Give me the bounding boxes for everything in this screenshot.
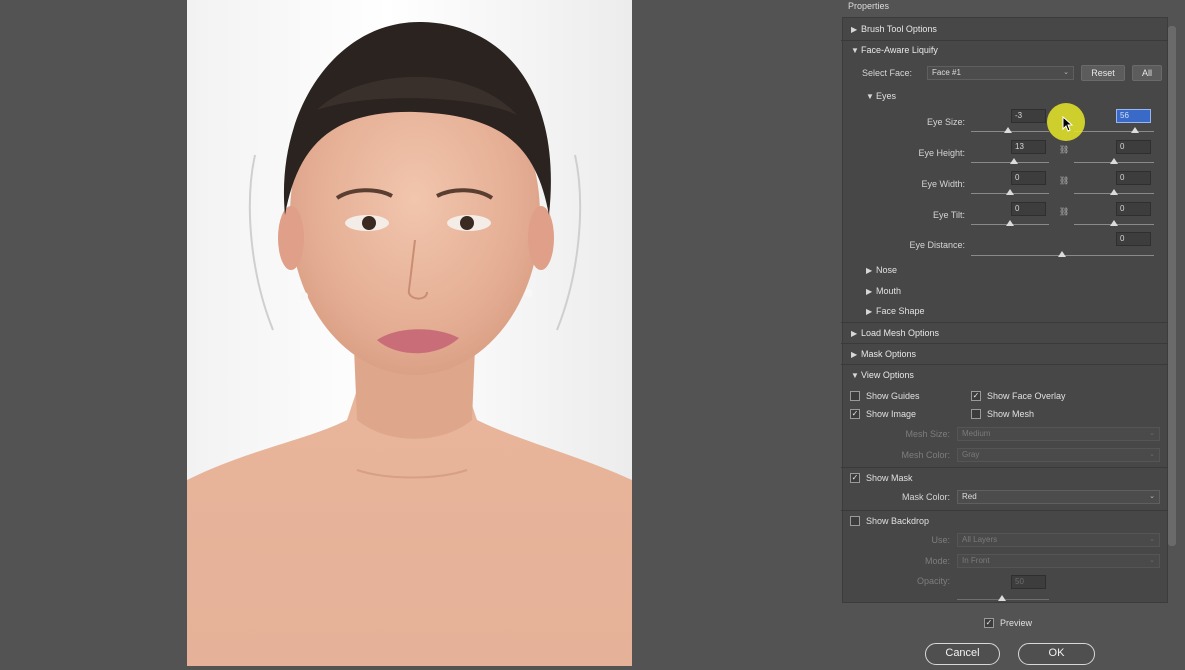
eye-width-right-field[interactable]: 0 <box>1116 171 1151 185</box>
mode-label: Mode: <box>924 556 950 566</box>
show-mesh-checkbox[interactable] <box>971 409 981 419</box>
mesh-size-dropdown[interactable]: Medium ⌄ <box>957 427 1160 441</box>
mesh-size-label: Mesh Size: <box>905 429 950 439</box>
chevron-down-icon: ⌄ <box>1063 69 1069 76</box>
reset-button[interactable]: Reset <box>1081 65 1125 81</box>
show-guides-checkbox[interactable] <box>850 391 860 401</box>
show-face-overlay-checkbox[interactable]: ✓ <box>971 391 981 401</box>
portrait-image <box>187 21 632 666</box>
collapsed-triangle-icon: ▶ <box>866 266 873 275</box>
panel-title: Properties <box>848 1 890 11</box>
section-face-aware-liquify[interactable]: ▼ Face-Aware Liquify <box>851 45 938 55</box>
show-mask-checkbox[interactable]: ✓ <box>850 473 860 483</box>
chevron-down-icon: ⌄ <box>1149 430 1155 437</box>
show-backdrop-checkbox[interactable] <box>850 516 860 526</box>
expanded-triangle-icon: ▼ <box>866 92 874 101</box>
portrait-photo[interactable] <box>187 0 632 666</box>
eye-height-left-knob[interactable] <box>1010 158 1018 164</box>
collapsed-triangle-icon: ▶ <box>866 307 873 316</box>
expanded-triangle-icon: ▼ <box>851 46 859 55</box>
eye-width-left-knob[interactable] <box>1006 189 1014 195</box>
show-image-checkbox[interactable]: ✓ <box>850 409 860 419</box>
section-view-options[interactable]: ▼ View Options <box>851 370 914 380</box>
section-brush-tool-options[interactable]: ▶ Brush Tool Options <box>851 24 937 34</box>
eye-tilt-right-field[interactable]: 0 <box>1116 202 1151 216</box>
preview-checkbox[interactable]: ✓ <box>984 618 994 628</box>
eye-tilt-right-knob[interactable] <box>1110 220 1118 226</box>
preview-label: Preview <box>1000 618 1033 628</box>
section-mask-options[interactable]: ▶ Mask Options <box>851 349 916 359</box>
select-face-dropdown[interactable]: Face #1 ⌄ <box>927 66 1074 80</box>
mouth-group-toggle[interactable]: ▶ Mouth <box>866 286 901 296</box>
eye-height-left-field[interactable]: 13 <box>1011 140 1046 154</box>
eye-tilt-left-field[interactable]: 0 <box>1011 202 1046 216</box>
chain-link-icon[interactable]: ⛓ <box>1059 145 1069 154</box>
mesh-color-label: Mesh Color: <box>901 450 950 460</box>
chevron-down-icon: ⌄ <box>1149 493 1155 500</box>
section-load-mesh-options[interactable]: ▶ Load Mesh Options <box>851 328 939 338</box>
chain-link-icon[interactable]: ⛓ <box>1059 207 1069 216</box>
ok-button[interactable]: OK <box>1018 643 1095 665</box>
chevron-down-icon: ⌄ <box>1149 451 1155 458</box>
eye-distance-knob[interactable] <box>1058 251 1066 257</box>
eye-width-label: Eye Width: <box>921 179 965 189</box>
eye-size-label: Eye Size: <box>926 117 965 127</box>
eye-width-right-knob[interactable] <box>1110 189 1118 195</box>
mode-dropdown[interactable]: In Front ⌄ <box>957 554 1160 568</box>
collapsed-triangle-icon: ▶ <box>851 350 858 359</box>
eye-size-left-field[interactable]: -3 <box>1011 109 1046 123</box>
eye-distance-field[interactable]: 0 <box>1116 232 1151 246</box>
use-dropdown[interactable]: All Layers ⌄ <box>957 533 1160 547</box>
show-mesh-label: Show Mesh <box>987 409 1035 419</box>
chevron-down-icon: ⌄ <box>1149 557 1155 564</box>
collapsed-triangle-icon: ▶ <box>851 25 858 34</box>
show-guides-label: Show Guides <box>866 391 920 401</box>
collapsed-triangle-icon: ▶ <box>866 287 873 296</box>
nose-group-toggle[interactable]: ▶ Nose <box>866 265 897 275</box>
show-backdrop-label: Show Backdrop <box>866 516 930 526</box>
eyes-group-toggle[interactable]: ▼ Eyes <box>866 91 896 101</box>
eye-size-left-knob[interactable] <box>1004 127 1012 133</box>
all-button[interactable]: All <box>1132 65 1162 81</box>
opacity-field[interactable]: 50 <box>1011 575 1046 589</box>
show-image-label: Show Image <box>866 409 917 419</box>
eye-distance-label: Eye Distance: <box>909 240 965 250</box>
eye-height-label: Eye Height: <box>918 148 965 158</box>
mask-color-dropdown[interactable]: Red ⌄ <box>957 490 1160 504</box>
mask-color-label: Mask Color: <box>901 492 950 502</box>
panel-scrollbar[interactable] <box>1168 26 1176 546</box>
cancel-button[interactable]: Cancel <box>925 643 1000 665</box>
eye-tilt-left-knob[interactable] <box>1006 220 1014 226</box>
chain-link-icon[interactable]: ⛓ <box>1059 176 1069 185</box>
eye-tilt-label: Eye Tilt: <box>932 210 965 220</box>
eye-size-right-knob[interactable] <box>1131 127 1139 133</box>
eye-size-right-field[interactable]: 56 <box>1116 109 1151 123</box>
mesh-color-dropdown[interactable]: Gray ⌄ <box>957 448 1160 462</box>
chevron-down-icon: ⌄ <box>1149 536 1155 543</box>
select-face-label: Select Face: <box>862 68 913 78</box>
face-guide-left <box>248 154 274 331</box>
show-mask-label: Show Mask <box>866 473 913 483</box>
eye-size-right-slider[interactable] <box>1074 131 1154 132</box>
opacity-label: Opacity: <box>916 576 950 586</box>
eye-height-right-field[interactable]: 0 <box>1116 140 1151 154</box>
pointer-cursor-icon <box>1062 116 1074 132</box>
show-face-overlay-label: Show Face Overlay <box>987 391 1066 401</box>
opacity-knob[interactable] <box>998 595 1006 601</box>
liquify-canvas[interactable] <box>0 0 832 670</box>
collapsed-triangle-icon: ▶ <box>851 329 858 338</box>
eye-width-left-field[interactable]: 0 <box>1011 171 1046 185</box>
eye-height-right-knob[interactable] <box>1110 158 1118 164</box>
expanded-triangle-icon: ▼ <box>851 371 859 380</box>
use-label: Use: <box>931 535 950 545</box>
face-guide-right <box>556 154 582 331</box>
face-shape-group-toggle[interactable]: ▶ Face Shape <box>866 306 925 316</box>
